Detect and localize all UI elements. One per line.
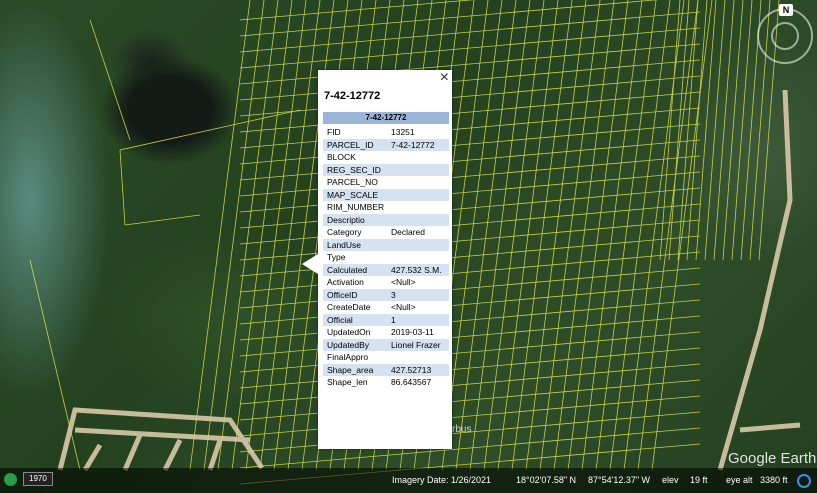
historical-imagery-button[interactable]: 1970 (23, 472, 53, 486)
attribute-value: 13251 (391, 127, 415, 138)
attribute-row: Shape_len 86.643567 (323, 376, 449, 389)
attribute-key: RIM_NUMBER (327, 202, 385, 213)
attribute-row: Descriptio (323, 213, 449, 226)
attribute-key: FID (327, 127, 341, 138)
attribute-row: UpdatedOn 2019-03-11 (323, 326, 449, 339)
compass-control[interactable]: N (757, 4, 813, 64)
attribute-value: Lionel Frazer (387, 338, 449, 351)
attribute-value: 2019-03-11 (391, 327, 434, 338)
attribute-row: Type (323, 251, 449, 264)
attribute-key: Descriptio (323, 213, 387, 226)
attribute-key: FinalAppro (327, 352, 369, 363)
attribute-value: <Null> (391, 302, 416, 313)
popup-title: 7-42-12772 (324, 90, 381, 102)
attribute-value (387, 201, 449, 214)
attribute-value: 7-42-12772 (387, 138, 449, 151)
attribute-value: 427.52713 (387, 363, 449, 376)
attribute-key: Shape_area (323, 363, 387, 376)
attribute-key: PARCEL_ID (323, 138, 387, 151)
streaming-status-icon (797, 474, 811, 488)
map-label: rbus (452, 424, 472, 435)
attribute-row: FID 13251 (323, 126, 449, 139)
attribute-value (387, 213, 449, 226)
attribute-row: Activation <Null> (323, 276, 449, 289)
attribute-row: LandUse (323, 238, 449, 251)
attribute-value (387, 151, 449, 164)
attribute-row: MAP_SCALE (323, 188, 449, 201)
latitude-readout: 18°02'07.58" N (516, 475, 577, 485)
attribute-key: UpdatedBy (323, 338, 387, 351)
attribute-value: 427.532 S.M. (387, 263, 449, 276)
table-title: 7-42-12772 (323, 112, 449, 124)
close-icon[interactable]: × (440, 70, 449, 86)
parcel-info-popup: × 7-42-12772 7-42-12772 FID 13251 PARCEL_I… (302, 70, 452, 449)
attribute-row: PARCEL_NO (323, 176, 449, 189)
attribute-row: OfficeID 3 (323, 288, 449, 301)
attribute-value (387, 351, 449, 364)
attribute-row: UpdatedBy Lionel Frazer (323, 338, 449, 351)
attribute-row: Official 1 (323, 313, 449, 326)
attribute-key: Calculated (323, 263, 387, 276)
attribute-table: FID 13251 PARCEL_ID 7-42-12772 BLOCK REG_SEC_… (323, 126, 449, 389)
attribute-key: Activation (327, 277, 364, 288)
eye-alt-value: 3380 ft (760, 475, 788, 485)
google-earth-watermark: Google Earth (728, 450, 817, 467)
attribute-value: <Null> (391, 277, 416, 288)
attribute-row: RIM_NUMBER (323, 201, 449, 214)
attribute-value (387, 188, 449, 201)
attribute-value (387, 251, 449, 264)
attribute-key: Category (327, 227, 362, 238)
compass-ring[interactable] (771, 22, 799, 50)
elev-value: 19 ft (690, 475, 708, 485)
attribute-row: PARCEL_ID 7-42-12772 (323, 138, 449, 151)
attribute-row: Shape_area 427.52713 (323, 363, 449, 376)
attribute-row: FinalAppro (323, 351, 449, 364)
attribute-key: REG_SEC_ID (323, 163, 387, 176)
elev-label: elev (662, 475, 679, 485)
attribute-value: Declared (391, 227, 426, 238)
attribute-key: MAP_SCALE (323, 188, 387, 201)
attribute-row: BLOCK (323, 151, 449, 164)
imagery-date: Imagery Date: 1/26/2021 (392, 475, 492, 485)
attribute-value (387, 238, 449, 251)
north-indicator[interactable]: N (779, 4, 793, 16)
attribute-key: CreateDate (327, 302, 371, 313)
attribute-row: CreateDate <Null> (323, 301, 449, 314)
eye-alt-label: eye alt (726, 475, 753, 485)
attribute-row: Category Declared (323, 226, 449, 239)
longitude-readout: 87°54'12.37" W (588, 475, 651, 485)
attribute-value: 86.643567 (391, 377, 432, 388)
attribute-value: 1 (387, 313, 449, 326)
attribute-key: Type (327, 252, 346, 263)
attribute-value (387, 176, 449, 189)
attribute-key: BLOCK (327, 152, 356, 163)
attribute-row: REG_SEC_ID (323, 163, 449, 176)
attribute-value: 3 (387, 288, 449, 301)
status-bar: 1970 Imagery Date: 1/26/2021 18°02'07.58… (0, 468, 817, 493)
attribute-key: PARCEL_NO (327, 177, 378, 188)
attribute-key: OfficeID (323, 288, 387, 301)
attribute-key: Official (323, 313, 387, 326)
attribute-value (387, 163, 449, 176)
google-earth-logo-icon[interactable] (4, 473, 17, 486)
attribute-key: UpdatedOn (327, 327, 371, 338)
attribute-key: LandUse (323, 238, 387, 251)
attribute-row: Calculated 427.532 S.M. (323, 263, 449, 276)
attribute-key: Shape_len (327, 377, 368, 388)
